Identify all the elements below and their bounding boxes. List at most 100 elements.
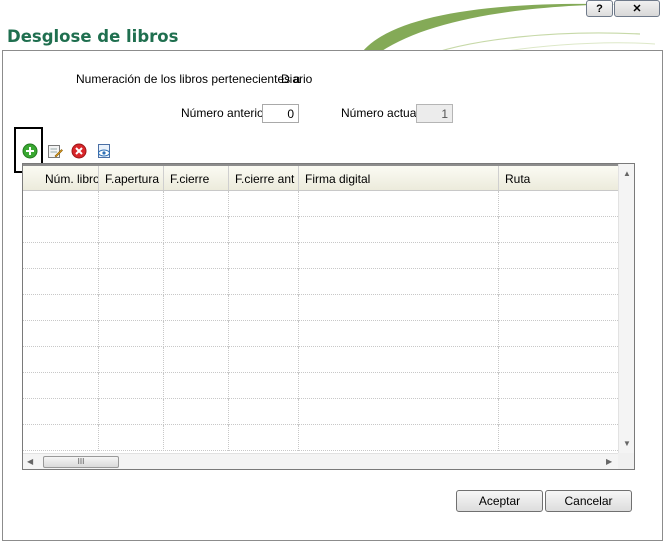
numeration-label: Numeración de los libros pertenecientes … bbox=[76, 72, 301, 86]
table-row[interactable] bbox=[23, 191, 620, 217]
table-row[interactable] bbox=[23, 269, 620, 295]
table-cell[interactable] bbox=[229, 191, 299, 217]
table-cell[interactable] bbox=[299, 191, 499, 217]
table-row[interactable] bbox=[23, 217, 620, 243]
table-cell[interactable] bbox=[229, 269, 299, 295]
table-cell[interactable] bbox=[499, 295, 620, 321]
table-cell[interactable] bbox=[299, 347, 499, 373]
table-cell[interactable] bbox=[99, 217, 164, 243]
table-cell[interactable] bbox=[229, 217, 299, 243]
table-cell[interactable] bbox=[164, 399, 229, 425]
grid-header: Núm. libro F.apertura F.cierre F.cierre … bbox=[23, 164, 620, 191]
table-cell[interactable] bbox=[499, 399, 620, 425]
table-cell[interactable] bbox=[229, 373, 299, 399]
table-cell[interactable] bbox=[164, 269, 229, 295]
table-cell[interactable] bbox=[499, 217, 620, 243]
table-cell[interactable] bbox=[164, 347, 229, 373]
table-cell[interactable] bbox=[499, 321, 620, 347]
add-icon[interactable] bbox=[22, 143, 38, 159]
numeration-value: Diario bbox=[281, 72, 313, 86]
table-cell[interactable] bbox=[99, 321, 164, 347]
table-cell[interactable] bbox=[164, 243, 229, 269]
table-cell[interactable] bbox=[23, 217, 99, 243]
table-cell[interactable] bbox=[99, 191, 164, 217]
table-cell[interactable] bbox=[299, 269, 499, 295]
table-cell[interactable] bbox=[99, 295, 164, 321]
previous-number-input[interactable]: 0 bbox=[262, 104, 299, 123]
table-cell[interactable] bbox=[164, 217, 229, 243]
table-cell[interactable] bbox=[164, 425, 229, 451]
delete-icon[interactable] bbox=[71, 143, 87, 159]
table-cell[interactable] bbox=[164, 321, 229, 347]
table-cell[interactable] bbox=[299, 373, 499, 399]
scrollbar-corner bbox=[618, 453, 634, 469]
table-cell[interactable] bbox=[229, 425, 299, 451]
column-header-ruta[interactable]: Ruta bbox=[499, 166, 620, 190]
column-header-f-cierre-ant[interactable]: F.cierre ant bbox=[229, 166, 299, 190]
table-row[interactable] bbox=[23, 399, 620, 425]
vertical-scrollbar[interactable]: ▲ ▼ bbox=[618, 164, 634, 453]
table-cell[interactable] bbox=[99, 373, 164, 399]
table-cell[interactable] bbox=[229, 321, 299, 347]
horizontal-scrollbar[interactable]: ◀ III ▶ bbox=[23, 453, 620, 469]
table-cell[interactable] bbox=[99, 425, 164, 451]
books-grid[interactable]: Núm. libro F.apertura F.cierre F.cierre … bbox=[22, 163, 635, 470]
column-header-num-libro[interactable]: Núm. libro bbox=[23, 166, 99, 190]
table-cell[interactable] bbox=[23, 243, 99, 269]
help-button[interactable]: ? bbox=[586, 0, 613, 17]
table-cell[interactable] bbox=[23, 321, 99, 347]
table-cell[interactable] bbox=[99, 243, 164, 269]
table-cell[interactable] bbox=[299, 425, 499, 451]
edit-icon[interactable] bbox=[47, 143, 63, 159]
table-row[interactable] bbox=[23, 425, 620, 451]
scroll-up-icon[interactable]: ▲ bbox=[623, 170, 631, 178]
table-cell[interactable] bbox=[499, 243, 620, 269]
table-cell[interactable] bbox=[23, 191, 99, 217]
table-cell[interactable] bbox=[299, 321, 499, 347]
current-number-field: 1 bbox=[416, 104, 453, 123]
table-cell[interactable] bbox=[23, 425, 99, 451]
table-cell[interactable] bbox=[99, 347, 164, 373]
table-cell[interactable] bbox=[164, 191, 229, 217]
table-cell[interactable] bbox=[229, 347, 299, 373]
table-cell[interactable] bbox=[299, 217, 499, 243]
table-cell[interactable] bbox=[164, 295, 229, 321]
table-cell[interactable] bbox=[164, 373, 229, 399]
table-row[interactable] bbox=[23, 295, 620, 321]
column-header-f-apertura[interactable]: F.apertura bbox=[99, 166, 164, 190]
table-cell[interactable] bbox=[23, 399, 99, 425]
table-cell[interactable] bbox=[229, 243, 299, 269]
table-row[interactable] bbox=[23, 347, 620, 373]
close-button[interactable]: ✕ bbox=[614, 0, 660, 17]
table-cell[interactable] bbox=[499, 347, 620, 373]
horizontal-scroll-thumb[interactable]: III bbox=[43, 456, 119, 468]
table-cell[interactable] bbox=[299, 243, 499, 269]
scroll-right-icon[interactable]: ▶ bbox=[606, 458, 612, 466]
table-cell[interactable] bbox=[499, 373, 620, 399]
accept-button[interactable]: Aceptar bbox=[456, 490, 543, 512]
table-row[interactable] bbox=[23, 243, 620, 269]
column-header-firma-digital[interactable]: Firma digital bbox=[299, 166, 499, 190]
table-cell[interactable] bbox=[499, 191, 620, 217]
table-cell[interactable] bbox=[23, 347, 99, 373]
cancel-button[interactable]: Cancelar bbox=[545, 490, 632, 512]
table-cell[interactable] bbox=[99, 399, 164, 425]
column-header-f-cierre[interactable]: F.cierre bbox=[164, 166, 229, 190]
table-cell[interactable] bbox=[499, 269, 620, 295]
table-cell[interactable] bbox=[99, 269, 164, 295]
scroll-down-icon[interactable]: ▼ bbox=[623, 440, 631, 448]
table-row[interactable] bbox=[23, 373, 620, 399]
table-cell[interactable] bbox=[23, 295, 99, 321]
table-cell[interactable] bbox=[299, 399, 499, 425]
table-cell[interactable] bbox=[23, 373, 99, 399]
table-cell[interactable] bbox=[299, 295, 499, 321]
table-cell[interactable] bbox=[229, 295, 299, 321]
table-row[interactable] bbox=[23, 321, 620, 347]
scroll-left-icon[interactable]: ◀ bbox=[27, 458, 33, 466]
previous-number-label: Número anterior bbox=[181, 106, 268, 120]
table-cell[interactable] bbox=[499, 425, 620, 451]
dialog-title: Desglose de libros bbox=[7, 27, 179, 46]
table-cell[interactable] bbox=[23, 269, 99, 295]
table-cell[interactable] bbox=[229, 399, 299, 425]
view-icon[interactable] bbox=[96, 143, 112, 159]
